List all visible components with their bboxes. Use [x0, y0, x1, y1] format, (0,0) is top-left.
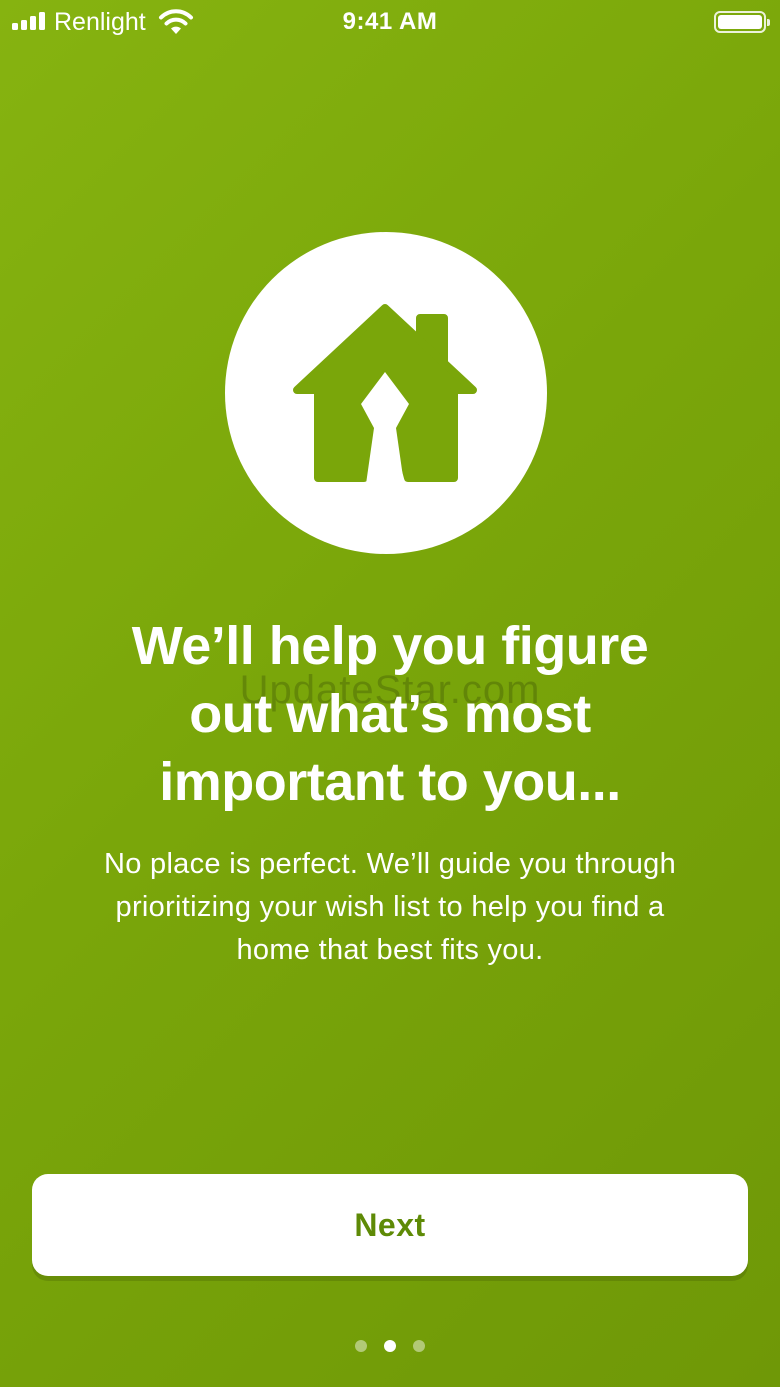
status-time: 9:41 AM: [342, 8, 438, 35]
page-title: We’ll help you figure out what’s most im…: [60, 612, 720, 816]
description-line: No place is perfect. We’ll guide you thr…: [103, 848, 677, 880]
page-dot[interactable]: [413, 1340, 425, 1352]
page-indicator[interactable]: [0, 1340, 780, 1352]
house-icon: [293, 304, 477, 484]
description-line: home that best fits you.: [236, 934, 544, 966]
status-bar: Renlight 9:41 AM: [0, 0, 780, 44]
page-dot-active[interactable]: [384, 1340, 396, 1352]
page-dot[interactable]: [355, 1340, 367, 1352]
next-button[interactable]: Next: [32, 1174, 748, 1276]
battery-icon: [714, 11, 770, 33]
description-line: prioritizing your wish list to help you …: [115, 891, 665, 923]
title-line: important to you...: [159, 752, 621, 812]
hero-badge: [225, 232, 547, 554]
title-line: out what’s most: [189, 684, 591, 744]
description: No place is perfect. We’ll guide you thr…: [50, 843, 730, 972]
title-line: We’ll help you figure: [131, 616, 649, 676]
